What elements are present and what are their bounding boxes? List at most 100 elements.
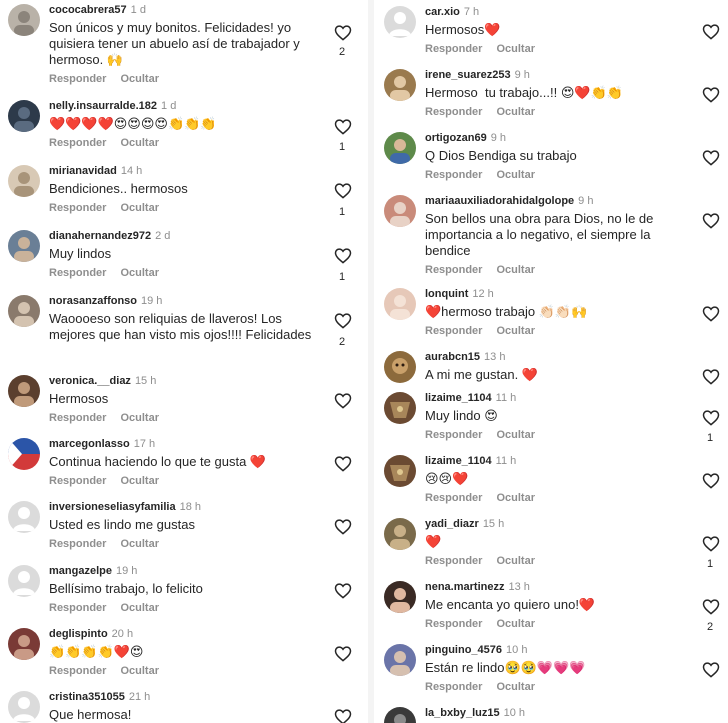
like-heart-icon[interactable] — [334, 24, 352, 41]
like-heart-icon[interactable] — [334, 582, 352, 599]
avatar[interactable] — [8, 691, 40, 723]
hide-button[interactable]: Ocultar — [120, 202, 159, 214]
comment-username[interactable]: la_bxby_luz15 — [425, 707, 500, 719]
avatar[interactable] — [8, 565, 40, 597]
reply-button[interactable]: Responder — [425, 681, 482, 693]
avatar[interactable] — [384, 392, 416, 424]
comment-username[interactable]: mirianavidad — [49, 165, 117, 177]
reply-button[interactable]: Responder — [49, 412, 106, 424]
like-heart-icon[interactable] — [702, 661, 720, 678]
like-heart-icon[interactable] — [334, 392, 352, 409]
like-heart-icon[interactable] — [702, 23, 720, 40]
comment-username[interactable]: aurabcn15 — [425, 351, 480, 363]
avatar[interactable] — [8, 230, 40, 262]
hide-button[interactable]: Ocultar — [120, 267, 159, 279]
reply-button[interactable]: Responder — [49, 137, 106, 149]
reply-button[interactable]: Responder — [425, 264, 482, 276]
reply-button[interactable]: Responder — [425, 618, 482, 630]
like-heart-icon[interactable] — [702, 86, 720, 103]
comment-username[interactable]: cococabrera57 — [49, 4, 127, 16]
hide-button[interactable]: Ocultar — [496, 43, 535, 55]
like-heart-icon[interactable] — [334, 182, 352, 199]
avatar[interactable] — [384, 6, 416, 38]
avatar[interactable] — [8, 165, 40, 197]
reply-button[interactable]: Responder — [425, 43, 482, 55]
avatar[interactable] — [384, 195, 416, 227]
comment-username[interactable]: nena.martinezz — [425, 581, 504, 593]
avatar[interactable] — [8, 501, 40, 533]
avatar[interactable] — [8, 4, 40, 36]
like-heart-icon[interactable] — [702, 368, 720, 385]
like-heart-icon[interactable] — [334, 118, 352, 135]
hide-button[interactable]: Ocultar — [496, 106, 535, 118]
hide-button[interactable]: Ocultar — [120, 665, 159, 677]
avatar[interactable] — [8, 628, 40, 660]
comment-username[interactable]: mangazelpe — [49, 565, 112, 577]
comment-username[interactable]: lizaime_1104 — [425, 392, 492, 404]
like-heart-icon[interactable] — [702, 472, 720, 489]
like-heart-icon[interactable] — [702, 212, 720, 229]
reply-button[interactable]: Responder — [49, 602, 106, 614]
hide-button[interactable]: Ocultar — [496, 618, 535, 630]
reply-button[interactable]: Responder — [425, 492, 482, 504]
hide-button[interactable]: Ocultar — [120, 602, 159, 614]
reply-button[interactable]: Responder — [49, 475, 106, 487]
comment-username[interactable]: deglispinto — [49, 628, 108, 640]
avatar[interactable] — [8, 375, 40, 407]
like-heart-icon[interactable] — [702, 409, 720, 426]
reply-button[interactable]: Responder — [49, 538, 106, 550]
avatar[interactable] — [384, 581, 416, 613]
comment-username[interactable]: norasanzaffonso — [49, 295, 137, 307]
avatar[interactable] — [384, 288, 416, 320]
hide-button[interactable]: Ocultar — [496, 264, 535, 276]
hide-button[interactable]: Ocultar — [120, 538, 159, 550]
like-heart-icon[interactable] — [702, 598, 720, 615]
comment-username[interactable]: cristina351055 — [49, 691, 125, 703]
like-heart-icon[interactable] — [334, 645, 352, 662]
like-heart-icon[interactable] — [702, 535, 720, 552]
comment-username[interactable]: lizaime_1104 — [425, 455, 492, 467]
hide-button[interactable]: Ocultar — [496, 555, 535, 567]
hide-button[interactable]: Ocultar — [120, 137, 159, 149]
like-heart-icon[interactable] — [334, 518, 352, 535]
hide-button[interactable]: Ocultar — [496, 429, 535, 441]
reply-button[interactable]: Responder — [49, 267, 106, 279]
reply-button[interactable]: Responder — [425, 325, 482, 337]
comment-username[interactable]: irene_suarez253 — [425, 69, 511, 81]
like-heart-icon[interactable] — [334, 455, 352, 472]
avatar[interactable] — [384, 351, 416, 383]
avatar[interactable] — [8, 438, 40, 470]
reply-button[interactable]: Responder — [425, 169, 482, 181]
reply-button[interactable]: Responder — [49, 665, 106, 677]
reply-button[interactable]: Responder — [49, 73, 106, 85]
comment-username[interactable]: lonquint — [425, 288, 468, 300]
comment-username[interactable]: inversioneseliasyfamilia — [49, 501, 176, 513]
like-heart-icon[interactable] — [702, 305, 720, 322]
hide-button[interactable]: Ocultar — [120, 475, 159, 487]
like-heart-icon[interactable] — [702, 149, 720, 166]
comment-username[interactable]: marcegonlasso — [49, 438, 130, 450]
comment-username[interactable]: yadi_diazr — [425, 518, 479, 530]
avatar[interactable] — [384, 455, 416, 487]
avatar[interactable] — [384, 518, 416, 550]
like-heart-icon[interactable] — [334, 312, 352, 329]
comment-username[interactable]: pinguino_4576 — [425, 644, 502, 656]
comment-username[interactable]: nelly.insaurralde.182 — [49, 100, 157, 112]
avatar[interactable] — [384, 707, 416, 723]
hide-button[interactable]: Ocultar — [496, 492, 535, 504]
hide-button[interactable]: Ocultar — [120, 73, 159, 85]
comment-username[interactable]: dianahernandez972 — [49, 230, 151, 242]
avatar[interactable] — [384, 644, 416, 676]
hide-button[interactable]: Ocultar — [496, 169, 535, 181]
comment-username[interactable]: veronica.__diaz — [49, 375, 131, 387]
avatar[interactable] — [384, 132, 416, 164]
reply-button[interactable]: Responder — [425, 106, 482, 118]
like-heart-icon[interactable] — [334, 247, 352, 264]
reply-button[interactable]: Responder — [425, 429, 482, 441]
comment-username[interactable]: car.xio — [425, 6, 460, 18]
comment-username[interactable]: ortigozan69 — [425, 132, 487, 144]
like-heart-icon[interactable] — [334, 708, 352, 723]
hide-button[interactable]: Ocultar — [120, 412, 159, 424]
avatar[interactable] — [8, 295, 40, 327]
avatar[interactable] — [384, 69, 416, 101]
